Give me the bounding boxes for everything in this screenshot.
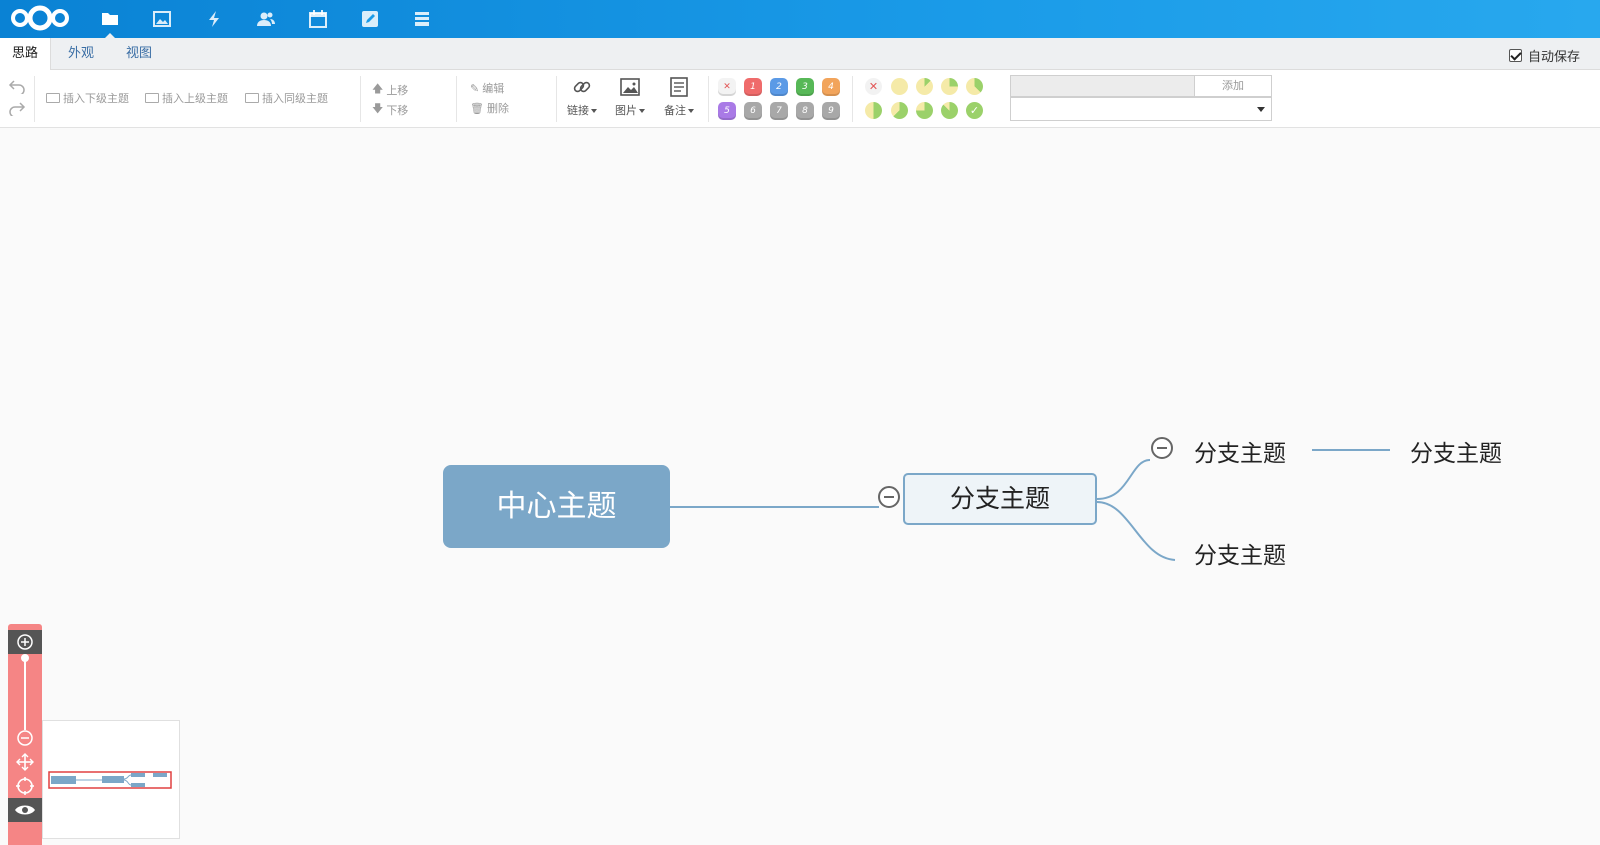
- collapse-main-icon[interactable]: [878, 486, 900, 508]
- autosave-checkbox[interactable]: [1508, 49, 1522, 62]
- insert-child-icon: [46, 93, 60, 103]
- priority-6-button[interactable]: 6: [744, 102, 762, 120]
- priority-3-button[interactable]: 3: [796, 78, 814, 96]
- zoom-slider-track[interactable]: [24, 656, 26, 730]
- priority-1-button[interactable]: 1: [744, 78, 762, 96]
- insert-parent-button[interactable]: 插入上级主题: [145, 90, 228, 106]
- files-icon[interactable]: [96, 5, 124, 39]
- image-button[interactable]: 图片: [610, 76, 650, 122]
- main-topic[interactable]: 分支主题: [903, 473, 1097, 525]
- pan-icon[interactable]: [8, 750, 42, 774]
- image-icon: [620, 78, 640, 96]
- autosave-label: 自动保存: [1527, 50, 1580, 65]
- priority-7-button[interactable]: 7: [770, 102, 788, 120]
- zoom-in-icon[interactable]: [8, 630, 42, 654]
- note-button[interactable]: 备注: [659, 76, 699, 122]
- mindmap-connectors: [670, 449, 1390, 561]
- progress-4-icon[interactable]: [865, 102, 882, 119]
- progress-2-icon[interactable]: [941, 78, 958, 95]
- progress-clear-icon[interactable]: ✕: [865, 78, 882, 95]
- resource-select[interactable]: [1010, 97, 1272, 121]
- tab-view[interactable]: 视图: [114, 38, 164, 70]
- edit-button[interactable]: ✎ 编辑: [470, 80, 504, 96]
- ribbon-tabs: 思路 外观 视图 自动保存: [0, 38, 1600, 70]
- priority-clear-icon[interactable]: ✕: [718, 78, 736, 96]
- resource-input[interactable]: [1010, 75, 1195, 97]
- photos-icon[interactable]: [148, 5, 176, 33]
- notes-icon[interactable]: [356, 5, 384, 33]
- progress-done-icon[interactable]: ✓: [966, 102, 983, 119]
- calendar-icon[interactable]: [304, 5, 332, 33]
- root-topic[interactable]: 中心主题: [443, 465, 670, 548]
- insert-parent-icon: [145, 93, 159, 103]
- progress-7-icon[interactable]: [941, 102, 958, 119]
- toolbar: 插入下级主题 插入上级主题 插入同级主题 🡅 上移 🡇 下移 ✎ 编辑 🗑 删除 链接 …: [0, 70, 1600, 128]
- priority-8-button[interactable]: 8: [796, 102, 814, 120]
- priority-5-button[interactable]: 5: [718, 102, 736, 120]
- undo-icon[interactable]: [8, 78, 26, 94]
- app-header: [0, 0, 1600, 39]
- priority-2-button[interactable]: 2: [770, 78, 788, 96]
- progress-0-icon[interactable]: [891, 78, 908, 95]
- activity-icon[interactable]: [200, 5, 228, 33]
- navigator-minimap[interactable]: [42, 720, 180, 839]
- minimap-preview: [48, 771, 172, 789]
- contacts-icon[interactable]: [252, 5, 280, 33]
- nextcloud-logo-icon[interactable]: [10, 3, 70, 33]
- tab-idea[interactable]: 思路: [0, 38, 52, 70]
- delete-button[interactable]: 🗑 删除: [470, 100, 509, 116]
- deck-icon[interactable]: [408, 5, 436, 33]
- link-button[interactable]: 链接: [562, 76, 602, 122]
- collapse-sub1-icon[interactable]: [1151, 437, 1173, 459]
- mindmap-canvas[interactable]: 中心主题 分支主题 分支主题 分支主题 分支主题: [0, 128, 1600, 845]
- priority-4-button[interactable]: 4: [822, 78, 840, 96]
- arrow-down-icon: 🡇: [372, 102, 384, 115]
- arrow-up-icon: 🡅: [372, 82, 384, 95]
- link-icon: [573, 81, 591, 93]
- edit-icon: ✎: [470, 81, 480, 95]
- zoom-pan-panel: [8, 624, 42, 845]
- note-icon: [670, 77, 688, 97]
- resource-add-button[interactable]: 添加: [1194, 75, 1272, 97]
- progress-3-icon[interactable]: [966, 78, 983, 95]
- insert-sibling-icon: [245, 93, 259, 103]
- tab-appearance[interactable]: 外观: [56, 38, 106, 70]
- zoom-slider-thumb[interactable]: [21, 654, 29, 662]
- insert-child-button[interactable]: 插入下级主题: [46, 90, 129, 106]
- move-down-button[interactable]: 🡇 下移: [372, 100, 408, 119]
- progress-5-icon[interactable]: [891, 102, 908, 119]
- progress-6-icon[interactable]: [916, 102, 933, 119]
- priority-9-button[interactable]: 9: [822, 102, 840, 120]
- progress-1-icon[interactable]: [916, 78, 933, 95]
- sub-topic-1-child[interactable]: 分支主题: [1410, 434, 1502, 468]
- zoom-out-icon[interactable]: [8, 726, 42, 750]
- redo-icon[interactable]: [8, 100, 26, 116]
- sub-topic-2[interactable]: 分支主题: [1194, 536, 1286, 570]
- move-up-button[interactable]: 🡅 上移: [372, 80, 408, 99]
- autosave-toggle[interactable]: 自动保存: [1508, 46, 1580, 65]
- center-focus-icon[interactable]: [8, 774, 42, 798]
- trash-icon: 🗑: [470, 101, 484, 115]
- navigator-toggle-icon[interactable]: [8, 798, 42, 822]
- sub-topic-1[interactable]: 分支主题: [1194, 434, 1286, 468]
- insert-sibling-button[interactable]: 插入同级主题: [245, 90, 328, 106]
